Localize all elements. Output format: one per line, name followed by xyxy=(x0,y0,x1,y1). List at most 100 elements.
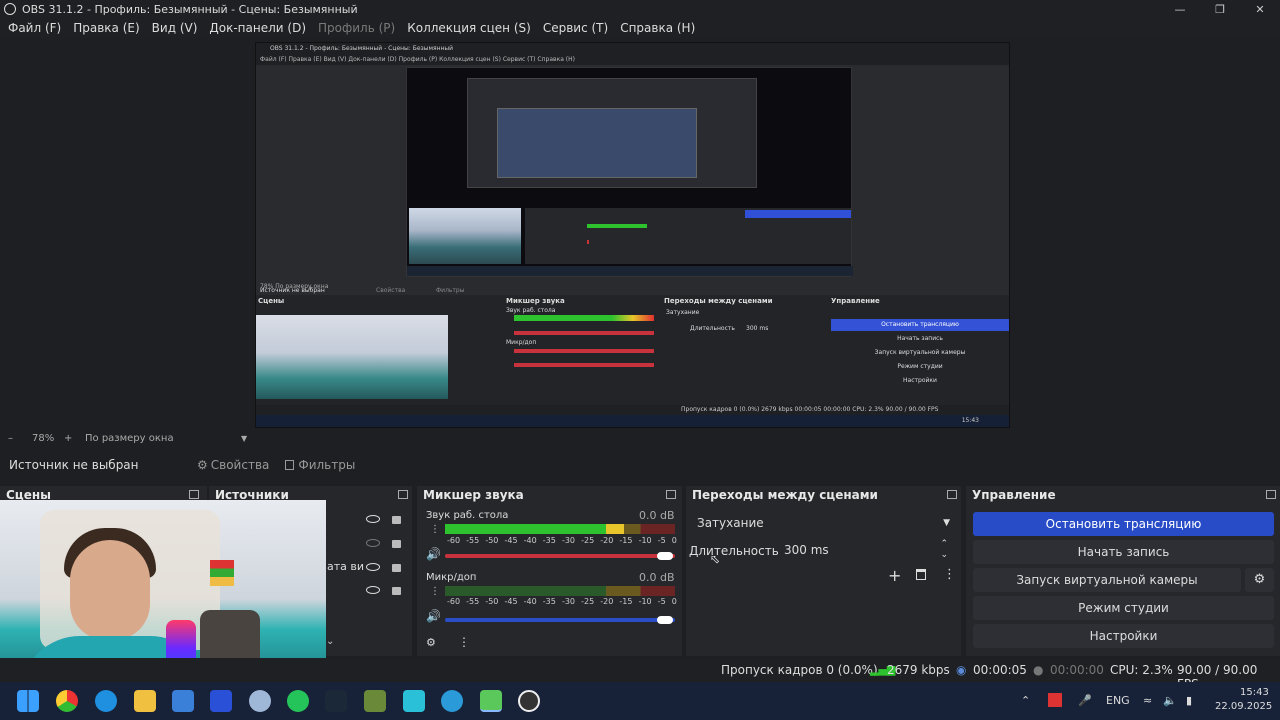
mic-volume-slider[interactable] xyxy=(445,618,675,622)
steam-icon[interactable] xyxy=(325,690,347,712)
filters-button[interactable]: Фильтры xyxy=(285,458,355,472)
menu-help[interactable]: Справка (H) xyxy=(616,21,699,35)
undock-icon[interactable] xyxy=(189,490,199,499)
eye-icon[interactable] xyxy=(366,586,380,594)
lock-icon[interactable] xyxy=(392,516,401,524)
nested-stop-button xyxy=(745,210,851,218)
lock-icon[interactable] xyxy=(392,587,401,595)
nested-start-record: Начать запись xyxy=(897,335,943,342)
gear-icon: ⚙ xyxy=(197,458,208,472)
close-button[interactable]: ✕ xyxy=(1240,0,1280,18)
settings-button[interactable]: Настройки xyxy=(973,624,1274,648)
minecraft-icon[interactable] xyxy=(364,690,386,712)
chevron-down-icon[interactable]: ⌄ xyxy=(940,544,948,566)
mixer-menu-icon[interactable]: ⋮ xyxy=(458,635,470,649)
more-icon[interactable]: ⋮ xyxy=(430,524,440,535)
telegram-icon[interactable] xyxy=(441,690,463,712)
chevron-down-icon[interactable]: ⌄ xyxy=(326,636,334,647)
app-icon[interactable] xyxy=(210,690,232,712)
tray-app-icon[interactable] xyxy=(1048,693,1062,707)
speaker-icon[interactable]: 🔊 xyxy=(426,609,441,623)
desktop-volume-knob[interactable] xyxy=(657,552,673,560)
language-indicator[interactable]: ENG xyxy=(1106,694,1130,707)
scale-tick-label: -5 xyxy=(657,597,666,606)
transition-select[interactable]: Затухание ▼ xyxy=(691,512,956,534)
eye-hidden-icon[interactable] xyxy=(366,539,380,547)
edge-icon[interactable] xyxy=(95,690,117,712)
trash-icon[interactable] xyxy=(916,569,926,580)
undock-icon[interactable] xyxy=(666,490,676,499)
app-green-icon[interactable] xyxy=(480,690,502,712)
maximize-button[interactable]: ❐ xyxy=(1200,0,1240,18)
undock-icon[interactable] xyxy=(947,490,957,499)
obs-taskbar-icon[interactable] xyxy=(518,690,540,712)
microphone-icon[interactable]: 🎤 xyxy=(1078,694,1092,707)
advanced-audio-icon[interactable]: ⚙ xyxy=(426,636,436,649)
menu-view[interactable]: Вид (V) xyxy=(148,21,202,35)
chevron-down-icon[interactable]: ▼ xyxy=(241,434,247,443)
zoom-in-button[interactable]: + xyxy=(64,433,72,444)
properties-button[interactable]: ⚙ Свойства xyxy=(197,458,269,472)
lock-icon[interactable] xyxy=(392,540,401,548)
zoom-value: 78% xyxy=(32,432,55,444)
nested-duration: Длительность xyxy=(690,325,735,332)
clock-date[interactable]: 22.09.2025 xyxy=(1215,701,1272,712)
mic-label: Микр/доп xyxy=(426,572,477,583)
source-item-label[interactable]: ата ви xyxy=(327,560,364,573)
eye-icon[interactable] xyxy=(366,515,380,523)
lock-icon[interactable] xyxy=(392,564,401,572)
chevron-up-icon[interactable]: ⌃ xyxy=(1021,694,1030,707)
nested-virtual-cam: Запуск виртуальной камеры xyxy=(874,349,966,356)
add-transition-icon[interactable]: + xyxy=(888,566,901,585)
nested-meter xyxy=(587,224,647,228)
virtual-camera-button[interactable]: Запуск виртуальной камеры xyxy=(973,568,1241,592)
record-time: 00:00:00 xyxy=(1050,663,1104,677)
clock-time[interactable]: 15:43 xyxy=(1240,687,1269,698)
menu-tools[interactable]: Сервис (T) xyxy=(539,21,612,35)
menu-profile[interactable]: Профиль (P) xyxy=(314,21,399,35)
menu-scene-collection[interactable]: Коллекция сцен (S) xyxy=(403,21,535,35)
undock-icon[interactable] xyxy=(398,490,408,499)
file-explorer-icon[interactable] xyxy=(134,690,156,712)
desktop-volume-slider[interactable] xyxy=(445,554,675,558)
scale-tick-label: -50 xyxy=(485,597,499,606)
wifi-icon[interactable]: ≈ xyxy=(1143,694,1152,707)
scale-tick-label: -25 xyxy=(581,597,595,606)
stop-stream-button[interactable]: Остановить трансляцию xyxy=(973,512,1274,536)
zoom-out-button[interactable]: – xyxy=(8,433,13,444)
nested-mic-volume xyxy=(514,363,654,367)
more-icon[interactable]: ⋮ xyxy=(430,586,440,597)
chrome-icon[interactable] xyxy=(56,690,78,712)
volume-icon[interactable]: 🔈 xyxy=(1163,694,1177,707)
nested-mixer-title: Микшер звука xyxy=(506,297,565,305)
nested-desktop-volume xyxy=(514,331,654,335)
studio-mode-button[interactable]: Режим студии xyxy=(973,596,1274,620)
menu-docks[interactable]: Док-панели (D) xyxy=(205,21,310,35)
menu-file[interactable]: Файл (F) xyxy=(4,21,65,35)
scale-tick-label: -30 xyxy=(561,536,576,545)
transition-menu-icon[interactable]: ⋮ xyxy=(943,567,956,582)
start-record-button[interactable]: Начать запись xyxy=(973,540,1274,564)
whatsapp-icon[interactable] xyxy=(287,690,309,712)
nested-status-bar: Пропуск кадров 0 (0.0%) 2679 kbps 00:00:… xyxy=(256,405,1009,415)
virtual-camera-settings-icon[interactable]: ⚙ xyxy=(1245,568,1274,592)
eye-icon[interactable] xyxy=(366,563,380,571)
mic-volume-knob[interactable] xyxy=(657,616,673,624)
zoom-mode-select[interactable]: По размеру окна xyxy=(85,433,174,444)
speaker-icon[interactable]: 🔊 xyxy=(426,547,441,561)
scale-tick-label: -35 xyxy=(542,597,556,606)
cloud-icon[interactable] xyxy=(249,690,271,712)
minimize-button[interactable]: — xyxy=(1160,0,1200,18)
store-icon[interactable] xyxy=(172,690,194,712)
undock-icon[interactable] xyxy=(1266,490,1276,499)
windows-start-icon[interactable] xyxy=(17,690,39,712)
preview-area: OBS 31.1.2 - Профиль: Безымянный - Сцены… xyxy=(0,38,1280,428)
nested-studio-mode: Режим студии xyxy=(897,363,943,370)
vpn-icon[interactable] xyxy=(403,690,425,712)
menu-edit[interactable]: Правка (E) xyxy=(69,21,143,35)
program-preview[interactable]: OBS 31.1.2 - Профиль: Безымянный - Сцены… xyxy=(255,42,1010,428)
nested-taskbar-bottom: 15:43 xyxy=(256,415,1009,427)
transitions-title: Переходы между сценами xyxy=(692,488,878,502)
battery-icon[interactable]: ▮ xyxy=(1186,694,1192,707)
duration-spinbox[interactable]: 300 ms ⌃ ⌄ xyxy=(778,539,956,561)
